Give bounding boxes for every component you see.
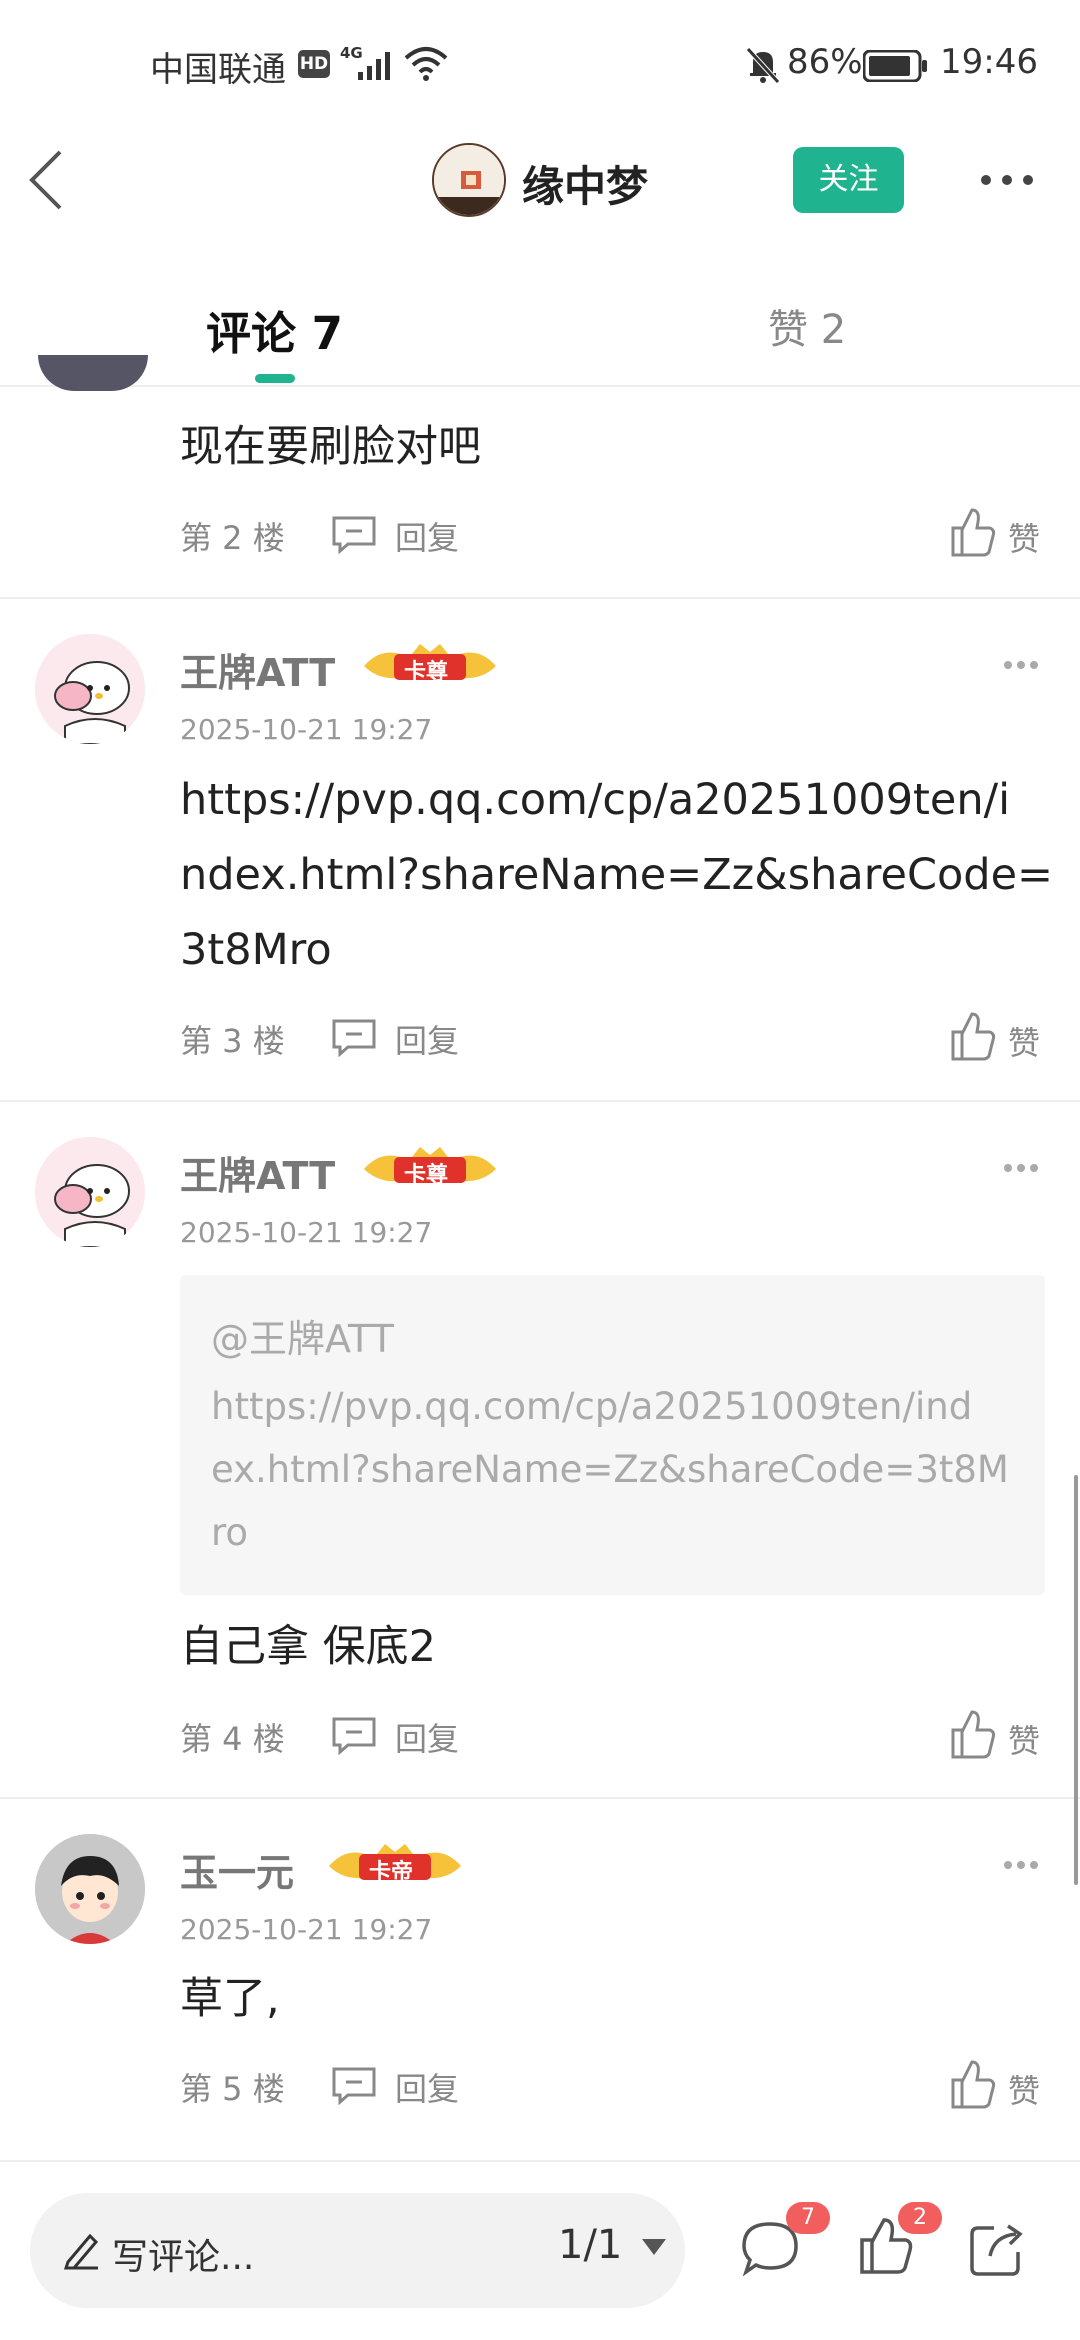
carrier-label: 中国联通: [150, 50, 286, 90]
hd-badge: HD: [298, 50, 330, 78]
tab-likes[interactable]: 赞 2: [768, 297, 846, 355]
dropdown-icon[interactable]: [640, 2237, 668, 2257]
tab-divider: [0, 385, 1080, 387]
reply-button[interactable]: 回复: [395, 1016, 459, 1062]
tab-bar: [0, 270, 1080, 386]
like-count-badge: 2: [898, 2202, 942, 2234]
comment-content-line[interactable]: 3t8Mro: [180, 913, 332, 988]
page-indicator[interactable]: 1/1: [558, 2222, 622, 2268]
wifi-icon: [404, 47, 448, 81]
quote-text-line: ro: [211, 1511, 249, 1554]
vip-badge: 卡尊: [360, 1143, 500, 1193]
more-icon[interactable]: [980, 170, 1034, 190]
floor-label: 第 4 楼: [180, 1720, 285, 1758]
avatar[interactable]: [35, 634, 145, 744]
battery-icon: [863, 50, 927, 82]
vip-badge-label: 卡尊: [404, 1163, 449, 1188]
floor-label: 第 5 楼: [180, 2070, 285, 2108]
comment-divider: [0, 1797, 1080, 1799]
comment-divider: [0, 597, 1080, 599]
quote-text-line: ex.html?shareName=Zz&shareCode=3t8M: [211, 1448, 1009, 1491]
comment-content-line[interactable]: https://pvp.qq.com/cp/a20251009ten/i: [180, 763, 1010, 838]
like-icon[interactable]: [950, 1010, 996, 1062]
quote-text-line: https://pvp.qq.com/cp/a20251009ten/ind: [211, 1385, 973, 1428]
comment-content: 自己拿 保底2: [180, 1622, 437, 1672]
like-icon[interactable]: [950, 1708, 996, 1760]
share-icon[interactable]: [968, 2220, 1028, 2278]
reply-button[interactable]: 回复: [395, 1714, 459, 1760]
comment-content: 草了,: [180, 1974, 280, 2024]
comment-timestamp: 2025-10-21 19:27: [180, 1216, 433, 1249]
tab-indicator: [255, 374, 295, 383]
comment-timestamp: 2025-10-21 19:27: [180, 713, 433, 746]
like-button[interactable]: 赞: [1008, 1716, 1040, 1762]
like-icon[interactable]: [950, 2058, 996, 2110]
comment-content-line[interactable]: ndex.html?shareName=Zz&shareCode=: [180, 838, 1053, 913]
comment-username[interactable]: 王牌ATT: [180, 642, 335, 697]
pencil-icon: [63, 2233, 99, 2270]
status-bar: 中国联通 HD 4G 86% 19:46: [0, 0, 1080, 130]
follow-button[interactable]: 关注: [793, 147, 904, 213]
like-button[interactable]: 赞: [1008, 514, 1040, 560]
quote-username: @王牌ATT: [211, 1317, 394, 1361]
user-avatar[interactable]: [432, 143, 506, 217]
floor-label: 第 2 楼: [180, 519, 285, 557]
scrollbar[interactable]: [1074, 1475, 1078, 1885]
reply-icon[interactable]: [330, 1715, 378, 1755]
header-username[interactable]: 缘中梦: [522, 153, 648, 214]
more-icon[interactable]: [1003, 1858, 1039, 1872]
reply-button[interactable]: 回复: [395, 513, 459, 559]
reply-icon[interactable]: [330, 514, 378, 554]
comment-content: 现在要刷脸对吧: [180, 422, 481, 472]
comment-input-placeholder[interactable]: 写评论...: [112, 2228, 254, 2280]
comment-timestamp: 2025-10-21 19:27: [180, 1913, 433, 1946]
reply-icon[interactable]: [330, 1017, 378, 1057]
avatar[interactable]: [35, 1834, 145, 1944]
comment-username[interactable]: 玉一元: [180, 1842, 294, 1897]
like-button[interactable]: 赞: [1008, 1018, 1040, 1064]
signal-icon: [358, 52, 390, 80]
back-icon[interactable]: [26, 148, 66, 212]
tab-comments[interactable]: 评论 7: [206, 297, 343, 362]
vip-badge: 卡帝: [325, 1840, 465, 1890]
comment-divider: [0, 1100, 1080, 1102]
more-icon[interactable]: [1003, 658, 1039, 672]
vip-badge-label: 卡尊: [404, 660, 449, 685]
reply-icon[interactable]: [330, 2065, 378, 2105]
like-button[interactable]: 赞: [1008, 2066, 1040, 2112]
battery-percent: 86%: [787, 42, 863, 82]
vip-badge: 卡尊: [360, 640, 500, 690]
more-icon[interactable]: [1003, 1161, 1039, 1175]
clock: 19:46: [940, 42, 1038, 82]
avatar[interactable]: [35, 1137, 145, 1247]
reply-button[interactable]: 回复: [395, 2064, 459, 2110]
vip-badge-label: 卡帝: [369, 1860, 414, 1885]
comment-username[interactable]: 王牌ATT: [180, 1145, 335, 1200]
floor-label: 第 3 楼: [180, 1022, 285, 1060]
like-icon[interactable]: [950, 506, 996, 558]
comment-count-badge: 7: [786, 2202, 830, 2234]
mute-bell-icon: [746, 47, 780, 84]
